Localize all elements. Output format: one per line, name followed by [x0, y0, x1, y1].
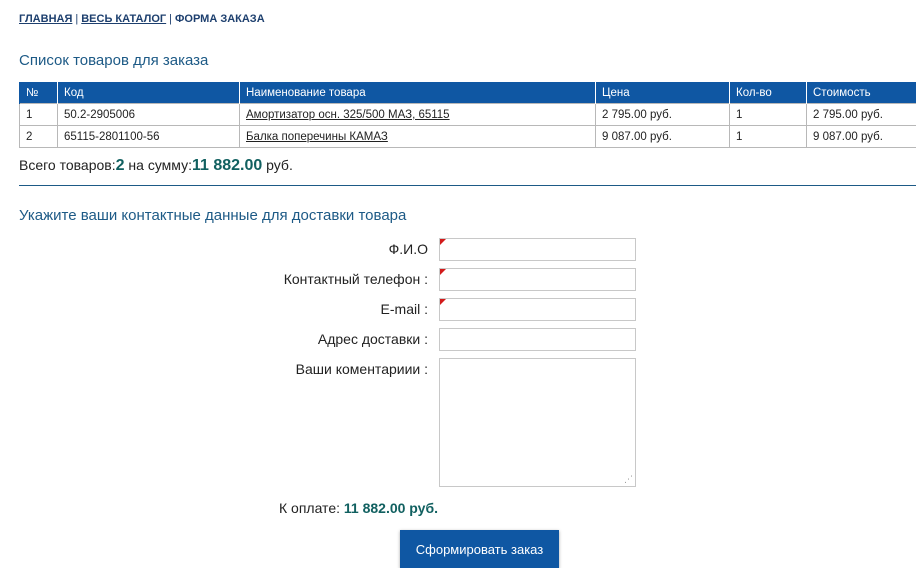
fio-label: Ф.И.О [208, 241, 428, 257]
resize-grip-icon[interactable]: ⋰ [624, 474, 634, 484]
table-row: 2 65115-2801100-56 Балка поперечины КАМА… [20, 126, 916, 148]
breadcrumb: ГЛАВНАЯ|ВЕСЬ КАТАЛОГ|ФОРМА ЗАКАЗА [19, 13, 265, 25]
cell-code: 65115-2801100-56 [58, 126, 240, 148]
address-input[interactable] [439, 328, 636, 351]
comment-textarea[interactable] [439, 358, 636, 487]
cell-quantity: 1 [730, 126, 807, 148]
comment-label: Ваши коментариии : [208, 361, 428, 377]
phone-label: Контактный телефон : [208, 271, 428, 287]
cell-price: 2 795.00 руб. [596, 104, 730, 126]
cell-cost: 9 087.00 руб. [807, 126, 916, 148]
cell-price: 9 087.00 руб. [596, 126, 730, 148]
total-prefix: Всего товаров: [19, 157, 116, 173]
breadcrumb-home-link[interactable]: ГЛАВНАЯ [19, 13, 72, 25]
column-header-price: Цена [596, 82, 730, 104]
total-sum: 11 882.00 [192, 157, 262, 174]
column-header-quantity: Кол-во [730, 82, 807, 104]
total-middle: на сумму: [125, 157, 192, 173]
order-items-table: № Код Наименование товара Цена Кол-во Ст… [19, 82, 916, 148]
payment-summary: К оплате: 11 882.00 руб. [279, 500, 438, 516]
payment-label: К оплате: [279, 500, 340, 516]
column-header-cost: Стоимость [807, 82, 916, 104]
breadcrumb-catalog-link[interactable]: ВЕСЬ КАТАЛОГ [81, 13, 166, 25]
email-input[interactable] [439, 298, 636, 321]
table-header-row: № Код Наименование товара Цена Кол-во Ст… [20, 82, 916, 104]
email-label: E-mail : [208, 301, 428, 317]
cell-name: Балка поперечины КАМАЗ [240, 126, 596, 148]
address-label: Адрес доставки : [208, 331, 428, 347]
cell-number: 1 [20, 104, 58, 126]
cell-cost: 2 795.00 руб. [807, 104, 916, 126]
phone-input[interactable] [439, 268, 636, 291]
order-list-title: Список товаров для заказа [19, 52, 208, 69]
order-total-summary: Всего товаров:2 на сумму:11 882.00 руб. [19, 157, 293, 175]
cell-number: 2 [20, 126, 58, 148]
breadcrumb-current: ФОРМА ЗАКАЗА [175, 13, 265, 25]
column-header-number: № [20, 82, 58, 104]
table-row: 1 50.2-2905006 Амортизатор осн. 325/500 … [20, 104, 916, 126]
cell-quantity: 1 [730, 104, 807, 126]
breadcrumb-separator: | [75, 13, 78, 25]
total-count: 2 [116, 157, 125, 174]
cell-name: Амортизатор осн. 325/500 МАЗ, 65115 [240, 104, 596, 126]
column-header-code: Код [58, 82, 240, 104]
column-header-name: Наименование товара [240, 82, 596, 104]
fio-input[interactable] [439, 238, 636, 261]
total-suffix: руб. [262, 157, 293, 173]
contacts-title: Укажите ваши контактные данные для доста… [19, 207, 406, 224]
cell-code: 50.2-2905006 [58, 104, 240, 126]
payment-amount: 11 882.00 руб. [344, 500, 438, 516]
breadcrumb-separator: | [169, 13, 172, 25]
product-link[interactable]: Балка поперечины КАМАЗ [246, 131, 388, 143]
product-link[interactable]: Амортизатор осн. 325/500 МАЗ, 65115 [246, 109, 450, 121]
section-divider [19, 185, 916, 186]
submit-order-button[interactable]: Сформировать заказ [400, 530, 559, 568]
